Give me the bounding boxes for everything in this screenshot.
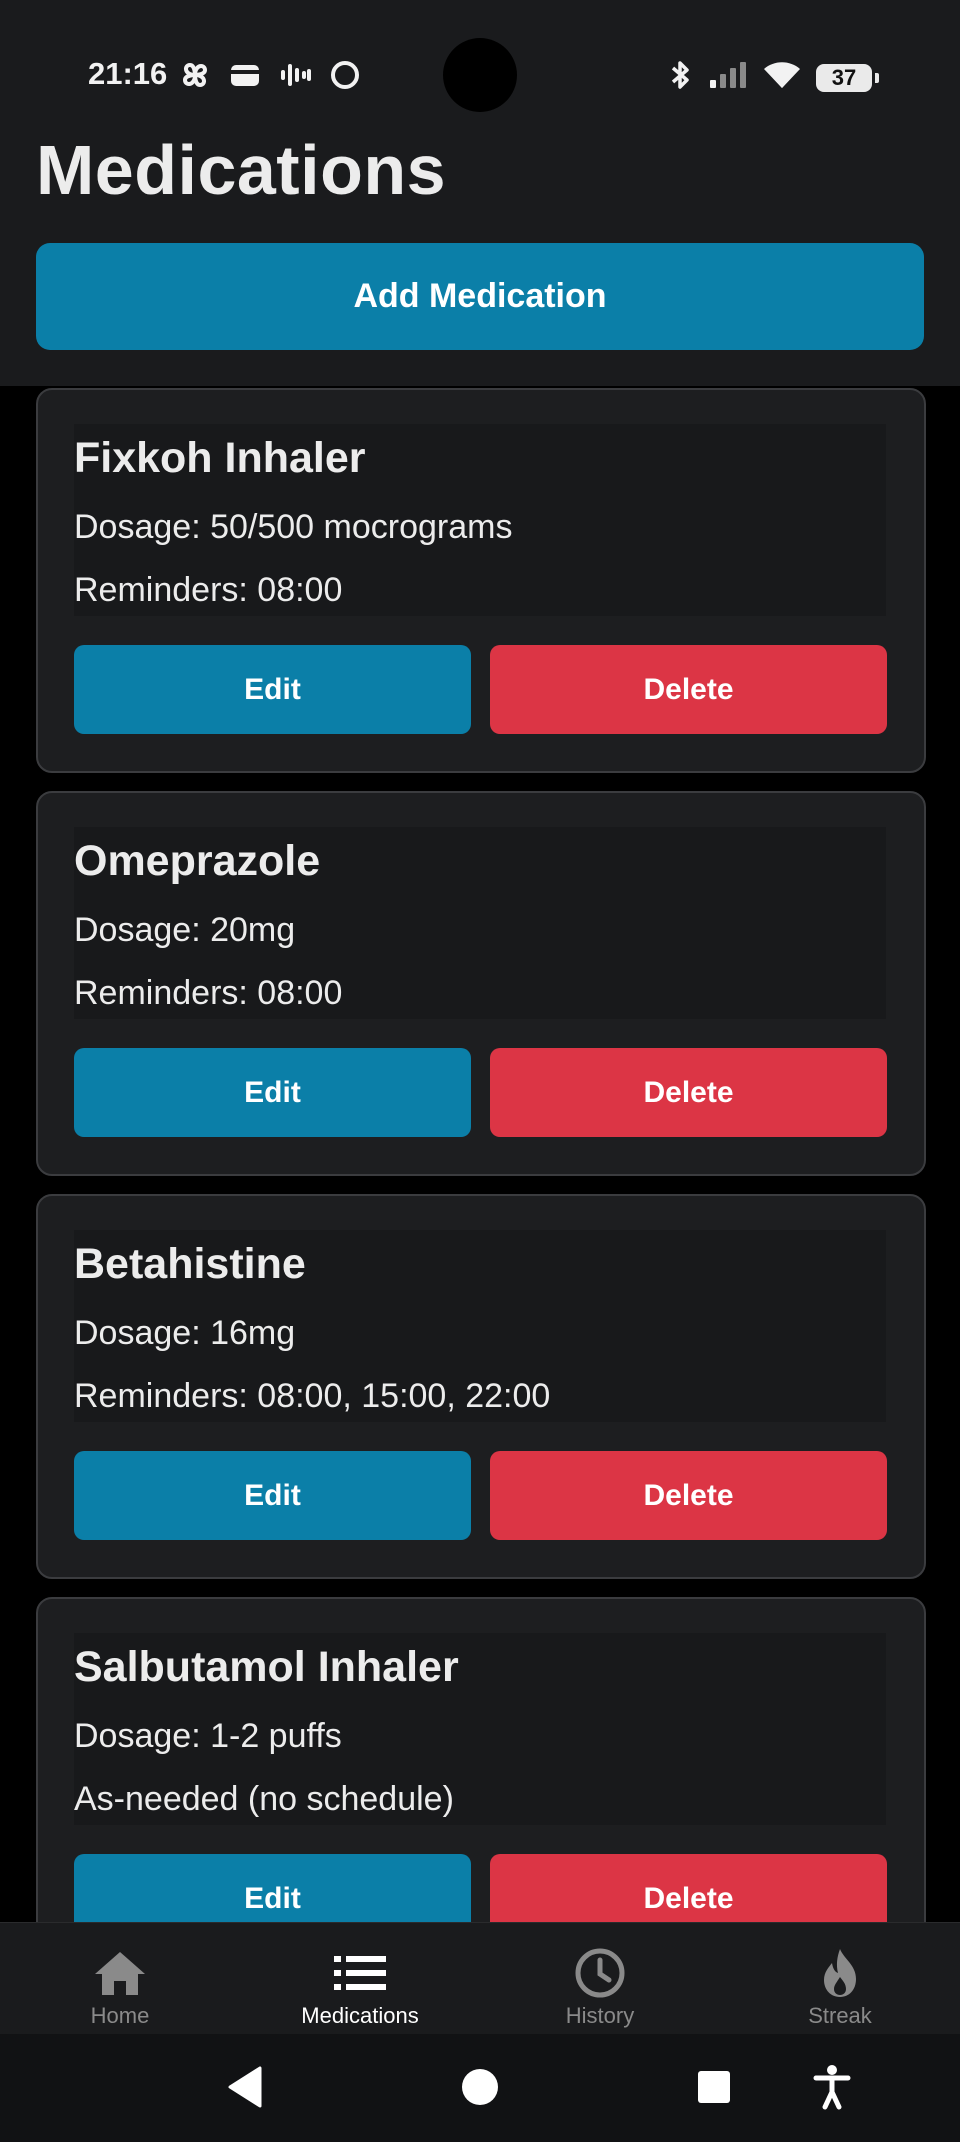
waveform-icon	[278, 58, 312, 97]
bluetooth-icon	[668, 58, 694, 97]
nav-label-medications: Medications	[301, 2003, 419, 2028]
pinwheel-icon	[178, 58, 212, 97]
page-title: Medications	[36, 131, 447, 209]
medication-card: Salbutamol Inhaler Dosage: 1-2 puffs As-…	[36, 1597, 926, 1922]
status-bar: 21:16 37	[0, 0, 960, 150]
medication-dosage: Dosage: 1-2 puffs	[74, 1717, 342, 1755]
edit-button[interactable]: Edit	[74, 1048, 471, 1137]
medication-reminders: Reminders: 08:00	[74, 571, 343, 609]
edit-button[interactable]: Edit	[74, 1451, 471, 1540]
medication-info: Salbutamol Inhaler Dosage: 1-2 puffs As-…	[74, 1633, 886, 1825]
medication-schedule: As-needed (no schedule)	[74, 1780, 454, 1818]
clock-icon	[574, 1947, 626, 1999]
nav-item-home[interactable]: Home	[0, 1923, 240, 2035]
system-nav-bar	[0, 2034, 960, 2142]
home-circle-icon[interactable]	[460, 2064, 500, 2115]
back-icon[interactable]	[226, 2064, 266, 2115]
home-icon	[93, 1947, 147, 1999]
nav-label-history: History	[565, 2003, 635, 2028]
accessibility-icon[interactable]	[812, 2064, 852, 2115]
medication-list[interactable]: Fixkoh Inhaler Dosage: 50/500 mocrograms…	[0, 386, 960, 1922]
edit-button[interactable]: Edit	[74, 1854, 471, 1922]
medication-reminders: Reminders: 08:00	[74, 974, 343, 1012]
status-time: 21:16	[88, 56, 168, 91]
bottom-nav: Home Medications History Streak	[0, 1922, 960, 2035]
camera-cutout	[443, 38, 517, 112]
recents-icon[interactable]	[696, 2064, 732, 2115]
medication-info: Omeprazole Dosage: 20mg Reminders: 08:00	[74, 827, 886, 1019]
list-icon	[334, 1947, 386, 1999]
battery-indicator: 37	[816, 63, 879, 92]
flame-icon	[818, 1947, 862, 1999]
medication-info: Fixkoh Inhaler Dosage: 50/500 mocrograms…	[74, 424, 886, 616]
medication-card: Fixkoh Inhaler Dosage: 50/500 mocrograms…	[36, 388, 926, 773]
nav-label-home: Home	[90, 2003, 150, 2028]
medication-name: Salbutamol Inhaler	[74, 1643, 459, 1691]
medication-card: Betahistine Dosage: 16mg Reminders: 08:0…	[36, 1194, 926, 1579]
add-medication-button[interactable]: Add Medication	[36, 243, 924, 350]
medication-dosage: Dosage: 50/500 mocrograms	[74, 508, 513, 546]
circle-icon	[328, 58, 362, 97]
medication-name: Fixkoh Inhaler	[74, 434, 366, 482]
status-right-icons: 37	[668, 58, 879, 97]
medication-dosage: Dosage: 16mg	[74, 1314, 296, 1352]
nav-item-medications[interactable]: Medications	[240, 1923, 480, 2035]
medication-reminders: Reminders: 08:00, 15:00, 22:00	[74, 1377, 551, 1415]
nav-label-streak: Streak	[808, 2003, 872, 2028]
delete-button[interactable]: Delete	[490, 1048, 887, 1137]
nav-item-streak[interactable]: Streak	[720, 1923, 960, 2035]
wallet-icon	[228, 58, 262, 97]
status-left-icons	[178, 58, 362, 97]
medication-name: Omeprazole	[74, 837, 321, 885]
delete-button[interactable]: Delete	[490, 645, 887, 734]
signal-icon	[708, 58, 748, 97]
nav-item-history[interactable]: History	[480, 1923, 720, 2035]
delete-button[interactable]: Delete	[490, 1451, 887, 1540]
edit-button[interactable]: Edit	[74, 645, 471, 734]
delete-button[interactable]: Delete	[490, 1854, 887, 1922]
medication-name: Betahistine	[74, 1240, 306, 1288]
app-header: 21:16 37 Medications Add Medication	[0, 0, 960, 386]
medication-dosage: Dosage: 20mg	[74, 911, 296, 949]
medication-card: Omeprazole Dosage: 20mg Reminders: 08:00…	[36, 791, 926, 1176]
medication-info: Betahistine Dosage: 16mg Reminders: 08:0…	[74, 1230, 886, 1422]
wifi-icon	[762, 58, 802, 97]
